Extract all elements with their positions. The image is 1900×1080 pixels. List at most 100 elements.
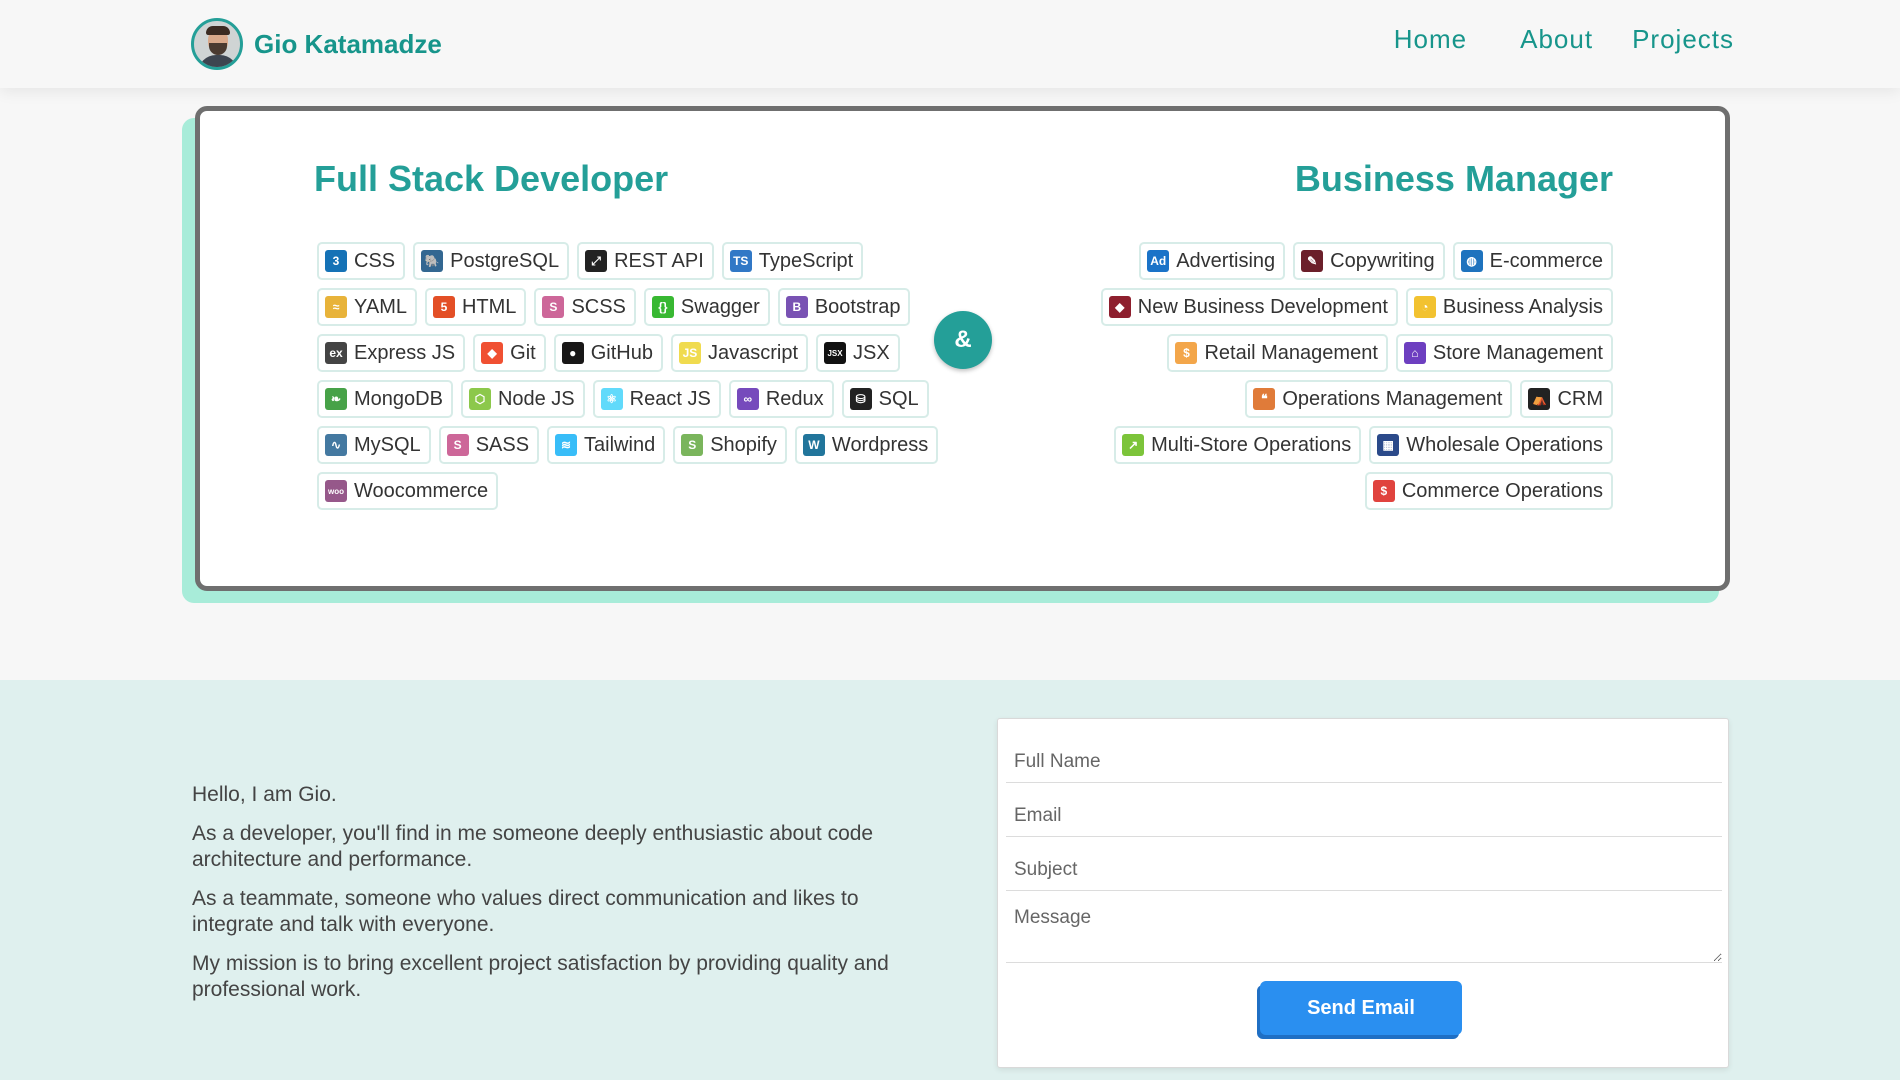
skill-label: PostgreSQL [450,249,560,272]
typescript-icon: TS [729,250,752,272]
skill-label: GitHub [590,341,653,364]
express-icon: ex [325,342,347,364]
skill-label: SCSS [571,295,626,318]
wordpress-icon: W [802,434,825,456]
skill-tag: ◍ E-commerce [1452,242,1613,280]
postgresql-icon: 🐘 [421,250,444,272]
contact-form: Send Email [997,718,1729,1068]
skill-tag: woo Woocommerce [317,472,499,510]
pie-chart-icon: ◔ [1413,296,1436,318]
skill-label: MongoDB [354,387,443,410]
skill-label: Operations Management [1282,387,1503,410]
woocommerce-icon: woo [325,480,347,502]
about-paragraph: My mission is to bring excellent project… [192,952,889,1001]
skill-tag: 🐘 PostgreSQL [413,242,570,280]
subject-input[interactable] [1006,849,1722,891]
comments-icon: ❝ [1253,388,1276,410]
skill-label: HTML [461,295,517,318]
skill-row: ❧ MongoDB ⬡ Node JS ⚛ React JS ∞ Redux ⛁ SQL [317,380,937,418]
skill-label: SQL [878,387,919,410]
skill-tag: ◆ Git [473,334,546,372]
skill-tag: ∞ Redux [728,380,834,418]
skills-card: Full Stack Developer Business Manager & … [195,106,1730,591]
skill-tag: $ Retail Management [1167,334,1388,372]
invoice-icon: $ [1372,480,1395,502]
brand-link[interactable]: Gio Katamadze [191,18,442,70]
site-header: Gio Katamadze Home About Projects [0,0,1900,88]
email-input[interactable] [1006,795,1722,837]
skill-tag: ≈ YAML [317,288,417,326]
about-paragraph: As a teammate, someone who values direct… [192,887,859,936]
skill-tag: JSX JSX [816,334,900,372]
business-skill-list: Ad Advertising ✎ Copywriting ◍ E-commerce ◆ New… [1093,242,1613,518]
nav-home[interactable]: Home [1394,24,1467,55]
nav-about[interactable]: About [1520,24,1593,55]
javascript-icon: JS [678,342,701,364]
skill-tag: ⤢ REST API [577,242,714,280]
skill-label: Business Analysis [1442,295,1603,318]
skill-tag: {} Swagger [643,288,770,326]
skill-tag: S SASS [438,426,540,464]
mysql-icon: ∿ [325,434,347,456]
contact-section: Hello, I am Gio. As a developer, you'll … [0,680,1900,1080]
developer-skill-list: 3 CSS 🐘 PostgreSQL ⤢ REST API TS TypeScript ≈ YAM… [317,242,946,518]
skill-tag: ↗ Multi-Store Operations [1114,426,1362,464]
skill-tag: ▦ Wholesale Operations [1369,426,1613,464]
avatar [191,18,243,70]
redux-icon: ∞ [736,388,759,410]
skill-label: TypeScript [758,249,854,272]
ad-icon: Ad [1147,250,1170,272]
skill-tag: ⛁ SQL [841,380,929,418]
skill-label: Advertising [1176,249,1276,272]
skill-label: Bootstrap [814,295,901,318]
skill-tag: ≋ Tailwind [547,426,666,464]
skill-row: woo Woocommerce [317,472,506,510]
message-textarea[interactable] [1006,901,1722,963]
store-icon: ⌂ [1403,342,1426,364]
scss-icon: S [542,296,565,318]
skill-label: Swagger [680,295,760,318]
skill-tag: ◔ Business Analysis [1405,288,1613,326]
skill-tag: W Wordpress [794,426,939,464]
skill-label: Redux [765,387,824,410]
nav-projects[interactable]: Projects [1632,24,1734,55]
skill-label: Store Management [1432,341,1603,364]
skill-tag: ⬡ Node JS [460,380,585,418]
skill-label: JSX [853,341,890,364]
skill-tag: ⌂ Store Management [1395,334,1613,372]
full-name-input[interactable] [1006,741,1722,783]
file-pen-icon: ✎ [1301,250,1324,272]
skill-row: ≈ YAML 5 HTML S SCSS {} Swagger B Bootstrap [317,288,918,326]
skill-label: YAML [354,295,407,318]
skill-row: ∿ MySQL S SASS ≋ Tailwind S Shopify W Wordpress [317,426,946,464]
growth-chart-icon: ↗ [1122,434,1145,456]
skill-row: ex Express JS ◆ Git ● GitHub JS Javascript JSX JS… [317,334,908,372]
developer-title: Full Stack Developer [314,158,669,199]
skill-tag: ● GitHub [553,334,663,372]
skill-label: Wordpress [831,433,929,456]
skill-row: ◆ New Business Development ◔ Business Analy… [1093,288,1613,326]
skill-tag: ✎ Copywriting [1293,242,1445,280]
skill-row: $ Commerce Operations [1357,472,1613,510]
skill-tag: S Shopify [673,426,787,464]
tag-icon: ◆ [1108,296,1131,318]
skill-tag: ⚛ React JS [592,380,721,418]
skill-tag: ⛺ CRM [1520,380,1613,418]
tailwind-icon: ≋ [555,434,578,456]
skill-label: Express JS [354,341,456,364]
skill-tag: ∿ MySQL [317,426,431,464]
skill-label: Tailwind [584,433,656,456]
yaml-icon: ≈ [325,296,347,318]
sass-icon: S [446,434,469,456]
nodejs-icon: ⬡ [468,388,491,410]
skill-label: New Business Development [1137,295,1388,318]
skill-label: Shopify [710,433,777,456]
skill-tag: ex Express JS [317,334,466,372]
skill-tag: ❝ Operations Management [1245,380,1513,418]
skill-tag: ◆ New Business Development [1100,288,1398,326]
skill-row: ↗ Multi-Store Operations ▦ Wholesale Operat… [1106,426,1613,464]
brand-name: Gio Katamadze [254,28,442,59]
skill-label: CRM [1557,387,1603,410]
shopify-icon: S [681,434,704,456]
send-email-button[interactable]: Send Email [1260,981,1462,1035]
